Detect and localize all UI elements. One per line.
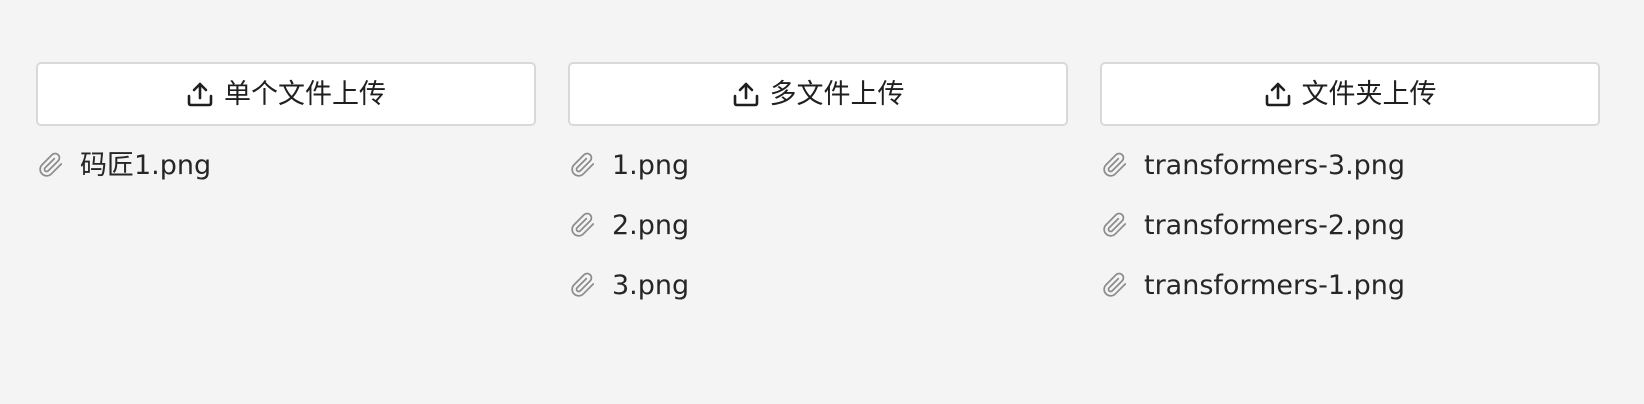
multi-file-upload-button[interactable]: 多文件上传 xyxy=(568,62,1068,126)
single-file-upload-button[interactable]: 单个文件上传 xyxy=(36,62,536,126)
file-name: transformers-2.png xyxy=(1144,210,1406,241)
folder-upload: 文件夹上传 transformers-3.png transformers-2.… xyxy=(1100,62,1600,328)
file-name: transformers-3.png xyxy=(1144,150,1406,181)
paperclip-icon xyxy=(570,272,596,298)
paperclip-icon xyxy=(570,152,596,178)
paperclip-icon xyxy=(570,212,596,238)
paperclip-icon xyxy=(1102,272,1128,298)
single-file-upload: 单个文件上传 码匠1.png xyxy=(36,62,536,208)
button-label: 文件夹上传 xyxy=(1301,78,1437,110)
file-list-item[interactable]: 1.png xyxy=(568,148,1068,208)
file-list-item[interactable]: 码匠1.png xyxy=(36,148,536,208)
file-list-item[interactable]: 3.png xyxy=(568,268,1068,328)
button-label: 单个文件上传 xyxy=(224,78,386,110)
file-name: 3.png xyxy=(612,270,690,301)
file-list-item[interactable]: transformers-1.png xyxy=(1100,268,1600,328)
upload-icon xyxy=(732,80,760,108)
file-name: 码匠1.png xyxy=(80,150,212,181)
file-list-item[interactable]: transformers-3.png xyxy=(1100,148,1600,208)
file-name: transformers-1.png xyxy=(1144,270,1406,301)
paperclip-icon xyxy=(1102,152,1128,178)
file-name: 1.png xyxy=(612,150,690,181)
upload-icon xyxy=(1264,80,1292,108)
button-label: 多文件上传 xyxy=(769,78,905,110)
paperclip-icon xyxy=(1102,212,1128,238)
multi-file-upload: 多文件上传 1.png 2.png 3.png xyxy=(568,62,1068,328)
file-list: 1.png 2.png 3.png xyxy=(568,148,1068,328)
folder-upload-button[interactable]: 文件夹上传 xyxy=(1100,62,1600,126)
file-list-item[interactable]: 2.png xyxy=(568,208,1068,268)
file-list-item[interactable]: transformers-2.png xyxy=(1100,208,1600,268)
paperclip-icon xyxy=(38,152,64,178)
file-list: 码匠1.png xyxy=(36,148,536,208)
file-name: 2.png xyxy=(612,210,690,241)
upload-icon xyxy=(186,80,214,108)
file-list: transformers-3.png transformers-2.png tr… xyxy=(1100,148,1600,328)
